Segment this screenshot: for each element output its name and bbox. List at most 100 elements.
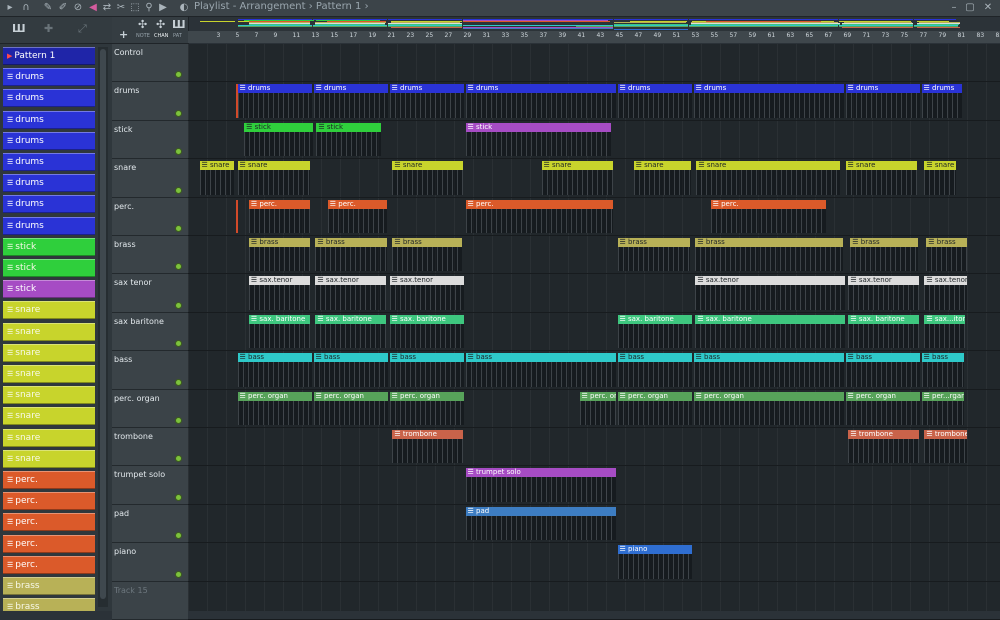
pattern-clip[interactable]: ☰ piano (618, 545, 692, 578)
pattern-clip[interactable]: ☰ sax.tenor (390, 276, 464, 309)
pattern-clip[interactable]: ☰ perc. organ (618, 392, 692, 425)
pattern-item[interactable]: ☰snare (3, 386, 95, 404)
pattern-clip[interactable]: ☰ drums (390, 84, 464, 117)
pattern-clip[interactable]: ☰ brass (249, 238, 310, 271)
track-header[interactable]: sax tenor (112, 274, 188, 312)
track-lane[interactable]: ☰ brass☰ brass☰ brass☰ brass☰ brass☰ bra… (188, 236, 1000, 274)
pattern-clip[interactable]: ☰ perc. (466, 200, 613, 233)
pattern-item[interactable]: ☰brass (3, 598, 95, 611)
track-lane[interactable]: ☰ perc.☰ perc.☰ perc.☰ perc. (188, 198, 1000, 236)
track-lane[interactable]: ☰ piano (188, 543, 1000, 581)
snap-icon[interactable]: ◐ (178, 2, 190, 14)
pattern-clip[interactable]: ☰ perc. (711, 200, 827, 233)
pattern-clip[interactable]: ☰ perc. organ (694, 392, 844, 425)
track-lane[interactable]: ☰ pad (188, 505, 1000, 543)
pattern-item[interactable]: ☰drums (3, 89, 95, 107)
pattern-clip[interactable]: ☰ sax. baritone (618, 315, 692, 348)
track-lane[interactable]: ☰ perc. organ☰ perc. organ☰ perc. organ☰… (188, 390, 1000, 428)
delete-tool-icon[interactable]: ⊘ (72, 2, 84, 14)
pattern-clip[interactable]: ☰ sax. baritone (695, 315, 845, 348)
track-mute-led[interactable] (175, 571, 182, 578)
pattern-item[interactable]: ☰drums (3, 217, 95, 235)
pattern-clip[interactable]: ☰ sax.tenor (695, 276, 845, 309)
track-mute-led[interactable] (175, 187, 182, 194)
pattern-item[interactable]: ☰snare (3, 365, 95, 383)
pattern-clip[interactable]: ☰ sax.tenor (924, 276, 967, 309)
pattern-item[interactable]: ☰drums (3, 111, 95, 129)
pattern-clip[interactable]: ☰ drums (618, 84, 692, 117)
track-header[interactable]: trombone (112, 428, 188, 466)
track-header[interactable]: piano (112, 543, 188, 581)
pattern-clip[interactable]: ☰ drums (694, 84, 844, 117)
pattern-clip[interactable]: ☰ perc. organ (390, 392, 464, 425)
pattern-clip[interactable]: ☰ bass (238, 353, 312, 386)
pattern-item[interactable]: ☰drums (3, 68, 95, 86)
pattern-clip[interactable]: ☰ brass (695, 238, 843, 271)
pattern-item[interactable]: ▶Pattern 1 (3, 47, 95, 65)
track-header[interactable]: perc. organ (112, 390, 188, 428)
playback-tool-icon[interactable]: ▶ (157, 2, 169, 14)
track-mute-led[interactable] (175, 71, 182, 78)
pattern-clip[interactable]: ☰ sax.tenor (315, 276, 385, 309)
pattern-item[interactable]: ☰snare (3, 323, 95, 341)
pattern-clip[interactable]: ☰ pad (466, 507, 616, 540)
add-track-button[interactable]: + (119, 28, 128, 41)
pattern-item[interactable]: ☰perc. (3, 556, 95, 574)
options-arrow-icon[interactable]: ▸ (4, 2, 16, 14)
track-mute-led[interactable] (175, 417, 182, 424)
pattern-clip[interactable]: ☰ trombone (392, 430, 463, 463)
track-lane[interactable]: ☰ sax.tenor☰ sax.tenor☰ sax.tenor☰ sax.t… (188, 274, 1000, 312)
track-lane[interactable] (188, 582, 1000, 620)
pattern-item[interactable]: ☰snare (3, 301, 95, 319)
pattern-item[interactable]: ☰stick (3, 238, 95, 256)
pattern-item[interactable]: ☰perc. (3, 492, 95, 510)
pattern-clip[interactable]: ☰ perc. (249, 200, 310, 233)
pattern-clip[interactable]: ☰ brass (315, 238, 386, 271)
track-header[interactable]: sax baritone (112, 313, 188, 351)
magnet-icon[interactable]: ∩ (20, 2, 32, 14)
track-header[interactable]: Track 15 (112, 582, 188, 620)
track-lane[interactable] (188, 44, 1000, 82)
track-header[interactable]: trumpet solo (112, 466, 188, 504)
track-header[interactable]: stick (112, 121, 188, 159)
pattern-clip[interactable]: ☰ perc. organ (846, 392, 920, 425)
track-mute-led[interactable] (175, 263, 182, 270)
paint-tool-icon[interactable]: ✐ (57, 2, 69, 14)
track-header[interactable]: snare (112, 159, 188, 197)
pattern-clip[interactable]: ☰ snare (846, 161, 917, 194)
track-lane[interactable]: ☰ snare☰ snare☰ snare☰ snare☰ snare☰ sna… (188, 159, 1000, 197)
pattern-item[interactable]: ☰perc. (3, 535, 95, 553)
pattern-clip[interactable]: ☰ bass (314, 353, 388, 386)
pattern-clip[interactable]: ☰ snare (200, 161, 234, 194)
pattern-item[interactable]: ☰stick (3, 280, 95, 298)
pattern-clip[interactable]: ☰ snare (392, 161, 463, 194)
picker-scrollbar-thumb[interactable] (100, 49, 106, 599)
select-tool-icon[interactable]: ⬚ (129, 2, 141, 14)
pattern-item[interactable]: ☰drums (3, 174, 95, 192)
pattern-clip[interactable]: ☰ bass (390, 353, 464, 386)
pattern-item[interactable]: ☰snare (3, 407, 95, 425)
pattern-item[interactable]: ☰drums (3, 195, 95, 213)
picker-scrollbar[interactable] (98, 47, 108, 607)
track-mute-led[interactable] (175, 455, 182, 462)
minimize-icon[interactable]: – (948, 2, 960, 14)
track-mute-led[interactable] (175, 225, 182, 232)
pattern-clip[interactable]: ☰ drums (922, 84, 963, 117)
picker-add-icon[interactable]: ✚ (44, 22, 53, 35)
pattern-clip[interactable]: ☰ bass (466, 353, 616, 386)
close-icon[interactable]: ✕ (982, 2, 994, 14)
pattern-clip[interactable]: ☰ drums (846, 84, 920, 117)
pattern-clip[interactable]: ☰ stick (244, 123, 313, 156)
track-header[interactable]: brass (112, 236, 188, 274)
mute-tool-icon[interactable]: ◀ (87, 2, 99, 14)
pattern-clip[interactable]: ☰ perc. organ (580, 392, 616, 425)
pattern-clip[interactable]: ☰ bass (694, 353, 844, 386)
picker-menu-icon[interactable]: Ш (12, 22, 26, 35)
pattern-clip[interactable]: ☰ snare (696, 161, 839, 194)
track-lane[interactable]: ☰ sax. baritone☰ sax. baritone☰ sax. bar… (188, 313, 1000, 351)
pattern-clip[interactable]: ☰ brass (392, 238, 461, 271)
pattern-item[interactable]: ☰drums (3, 153, 95, 171)
track-header[interactable]: drums (112, 82, 188, 120)
pattern-clip[interactable]: ☰ sax. baritone (315, 315, 385, 348)
pattern-clip[interactable]: ☰ snare (924, 161, 955, 194)
